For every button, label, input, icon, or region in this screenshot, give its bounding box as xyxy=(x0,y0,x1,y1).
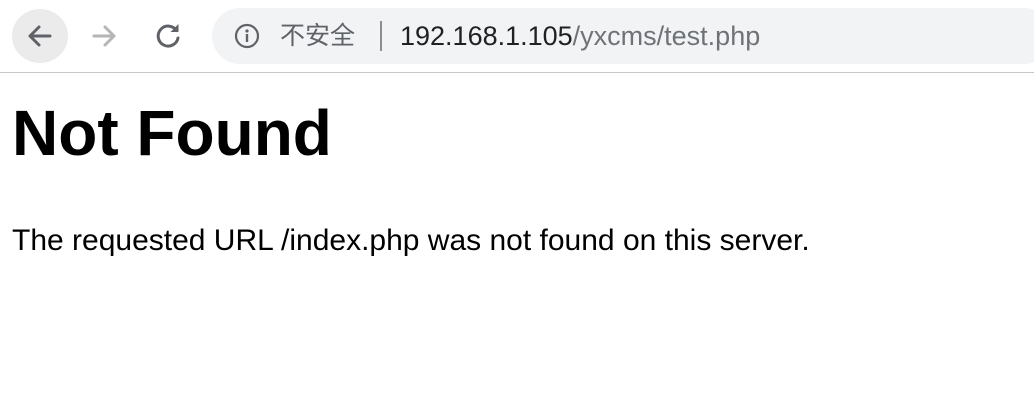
info-icon[interactable] xyxy=(234,23,260,49)
arrow-left-icon xyxy=(28,25,52,47)
back-button[interactable] xyxy=(12,9,68,63)
forward-button[interactable] xyxy=(76,9,132,63)
page-content: Not Found The requested URL /index.php w… xyxy=(12,73,1022,261)
url-path: /yxcms/test.php xyxy=(572,21,761,51)
omnibox-separator xyxy=(380,21,382,51)
reload-icon xyxy=(156,24,180,48)
address-bar[interactable]: 不安全 192.168.1.105/yxcms/test.php xyxy=(212,8,1034,64)
url-text[interactable]: 192.168.1.105/yxcms/test.php xyxy=(400,19,760,53)
arrow-right-icon xyxy=(92,25,116,47)
url-host: 192.168.1.105 xyxy=(400,21,573,51)
browser-toolbar: 不安全 192.168.1.105/yxcms/test.php xyxy=(0,0,1034,73)
error-message: The requested URL /index.php was not fou… xyxy=(12,224,810,257)
page-title: Not Found xyxy=(12,97,332,169)
reload-button[interactable] xyxy=(140,9,196,63)
security-label[interactable]: 不安全 xyxy=(280,20,355,52)
